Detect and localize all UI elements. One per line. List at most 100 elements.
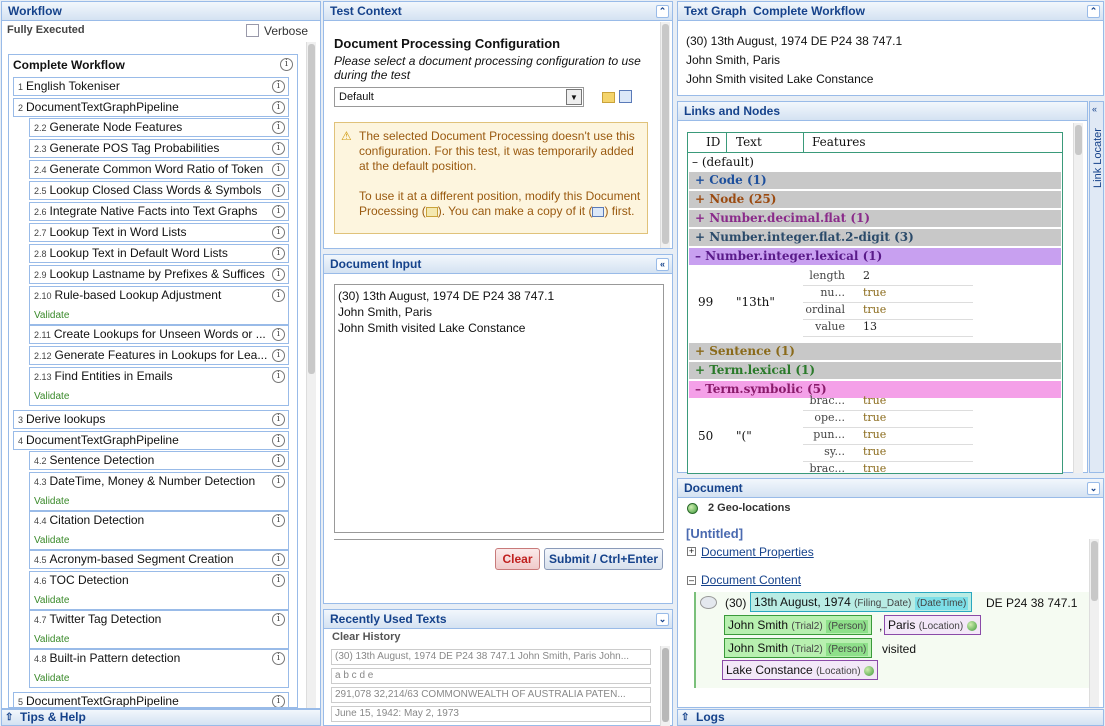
recent-text-item[interactable]: a b c d e	[331, 668, 651, 684]
info-icon[interactable]: i	[272, 454, 285, 467]
info-icon[interactable]: i	[272, 289, 285, 302]
collapse-icon[interactable]: ⌄	[656, 613, 669, 626]
info-icon[interactable]: i	[272, 268, 285, 281]
workflow-step[interactable]: 4.3 DateTime, Money & Number Detection i Va…	[29, 472, 289, 511]
collapse-icon[interactable]: ⌃	[656, 5, 669, 18]
collapse-icon[interactable]: ⌄	[1087, 482, 1100, 495]
info-icon[interactable]: i	[272, 349, 285, 362]
info-icon[interactable]: i	[272, 652, 285, 665]
info-icon[interactable]: i	[272, 514, 285, 527]
info-icon[interactable]: i	[272, 142, 285, 155]
workflow-step[interactable]: 2.3 Generate POS Tag Probabilities i	[29, 139, 289, 158]
workflow-step[interactable]: 4.7 Twitter Tag Detection i Validate	[29, 610, 289, 649]
info-icon[interactable]: i	[272, 370, 285, 383]
location-annotation[interactable]: Lake Constance (Location)	[722, 660, 878, 680]
location-annotation[interactable]: Paris (Location)	[884, 615, 981, 635]
person-annotation[interactable]: John Smith (Trial2) (Person)	[724, 638, 873, 658]
workflow-scrollbar[interactable]	[306, 42, 316, 708]
workflow-step[interactable]: 5 DocumentTextGraphPipeline i	[13, 692, 289, 707]
links-scrollbar[interactable]	[1073, 123, 1083, 473]
workflow-step[interactable]: 1 English Tokeniser i	[13, 77, 289, 96]
node-group-row[interactable]: + Node (25)	[689, 191, 1061, 209]
chevron-down-icon[interactable]: ▼	[566, 89, 582, 105]
eye-icon[interactable]	[700, 596, 717, 609]
workflow-step[interactable]: 4.4 Citation Detection i Validate	[29, 511, 289, 550]
collapse-left-icon[interactable]: «	[656, 258, 669, 271]
document-properties-link[interactable]: Document Properties	[701, 545, 814, 559]
info-icon[interactable]: i	[272, 328, 285, 341]
info-icon[interactable]: i	[272, 475, 285, 488]
info-icon[interactable]: i	[272, 413, 285, 426]
validate-link[interactable]: Validate	[34, 532, 69, 549]
workflow-step[interactable]: 2.13 Find Entities in Emails i Validate	[29, 367, 289, 406]
copy-config-icon[interactable]	[619, 90, 632, 103]
validate-link[interactable]: Validate	[34, 388, 69, 405]
col-text[interactable]: Text	[736, 133, 762, 152]
info-icon[interactable]: i	[272, 121, 285, 134]
workflow-step[interactable]: 4.8 Built-in Pattern detection i Validate	[29, 649, 289, 688]
link-locater-tab[interactable]: « Link Locater	[1089, 101, 1104, 473]
config-select[interactable]: Default ▼	[334, 87, 584, 107]
person-annotation[interactable]: John Smith (Trial2) (Person)	[724, 615, 873, 635]
workflow-step[interactable]: 4.5 Acronym-based Segment Creation i	[29, 550, 289, 569]
edit-config-icon[interactable]	[602, 92, 615, 103]
info-icon[interactable]: i	[272, 695, 285, 707]
info-icon[interactable]: i	[280, 58, 293, 71]
info-icon[interactable]: i	[272, 247, 285, 260]
info-icon[interactable]: i	[272, 101, 285, 114]
document-content-link[interactable]: Document Content	[701, 573, 801, 587]
validate-link[interactable]: Validate	[34, 631, 69, 648]
node-group-row[interactable]: + Number.integer.flat.2-digit (3)	[689, 229, 1061, 247]
validate-link[interactable]: Validate	[34, 670, 69, 687]
default-row[interactable]: – (default)	[692, 155, 754, 169]
workflow-step[interactable]: 3 Derive lookups i	[13, 410, 289, 429]
node-group-row[interactable]: – Number.integer.lexical (1)	[689, 248, 1061, 266]
workflow-step[interactable]: 2.7 Lookup Text in Word Lists i	[29, 223, 289, 242]
workflow-step[interactable]: 2.12 Generate Features in Lookups for Lea…	[29, 346, 289, 365]
verbose-checkbox[interactable]	[246, 24, 259, 37]
recent-text-item[interactable]: June 15, 1942: May 2, 1973	[331, 706, 651, 722]
clear-history-link[interactable]: Clear History	[332, 631, 400, 643]
submit-button[interactable]: Submit / Ctrl+Enter	[544, 548, 663, 570]
clear-button[interactable]: Clear	[495, 548, 540, 570]
info-icon[interactable]: i	[272, 574, 285, 587]
recent-text-item[interactable]: (30) 13th August, 1974 DE P24 38 747.1 J…	[331, 649, 651, 665]
recent-text-item[interactable]: 291,078 32,214/63 COMMONWEALTH OF AUSTRA…	[331, 687, 651, 703]
info-icon[interactable]: i	[272, 613, 285, 626]
validate-link[interactable]: Validate	[34, 307, 69, 324]
info-icon[interactable]: i	[272, 434, 285, 447]
workflow-step[interactable]: 2.6 Integrate Native Facts into Text Grap…	[29, 202, 289, 221]
document-scrollbar[interactable]	[1089, 539, 1099, 707]
info-icon[interactable]: i	[272, 226, 285, 239]
info-icon[interactable]: i	[272, 205, 285, 218]
workflow-step[interactable]: 2.4 Generate Common Word Ratio of Token i	[29, 160, 289, 179]
logs-bar[interactable]: ⇧ Logs	[677, 709, 1104, 726]
workflow-step[interactable]: 2.10 Rule-based Lookup Adjustment i Validat…	[29, 286, 289, 325]
workflow-step[interactable]: 4.2 Sentence Detection i	[29, 451, 289, 470]
workflow-step[interactable]: 2.8 Lookup Text in Default Word Lists i	[29, 244, 289, 263]
node-group-row[interactable]: + Code (1)	[689, 172, 1061, 190]
info-icon[interactable]: i	[272, 80, 285, 93]
test-context-scrollbar[interactable]	[660, 22, 670, 248]
date-annotation[interactable]: 13th August, 1974 (Filing_Date) (DateTim…	[750, 592, 973, 612]
info-icon[interactable]: i	[272, 184, 285, 197]
node-group-row[interactable]: + Sentence (1)	[689, 343, 1061, 361]
collapse-icon[interactable]: –	[687, 576, 696, 585]
workflow-step[interactable]: 4 DocumentTextGraphPipeline i	[13, 431, 289, 450]
workflow-root[interactable]: Complete Workflow	[13, 58, 125, 72]
expand-icon[interactable]: +	[687, 547, 696, 556]
workflow-step[interactable]: 2.2 Generate Node Features i	[29, 118, 289, 137]
tips-bar[interactable]: ⇧ Tips & Help	[1, 709, 321, 726]
collapse-icon[interactable]: ⌃	[1087, 5, 1100, 18]
recent-scrollbar[interactable]	[660, 646, 670, 726]
info-icon[interactable]: i	[272, 553, 285, 566]
col-features[interactable]: Features	[812, 133, 865, 152]
validate-link[interactable]: Validate	[34, 493, 69, 510]
workflow-step[interactable]: 2.9 Lookup Lastname by Prefixes & Suffice…	[29, 265, 289, 284]
col-id[interactable]: ID	[706, 133, 720, 152]
node-group-row[interactable]: + Number.decimal.flat (1)	[689, 210, 1061, 228]
info-icon[interactable]: i	[272, 163, 285, 176]
node-group-row[interactable]: + Term.lexical (1)	[689, 362, 1061, 380]
validate-link[interactable]: Validate	[34, 592, 69, 609]
workflow-step[interactable]: 2 DocumentTextGraphPipeline i	[13, 98, 289, 117]
